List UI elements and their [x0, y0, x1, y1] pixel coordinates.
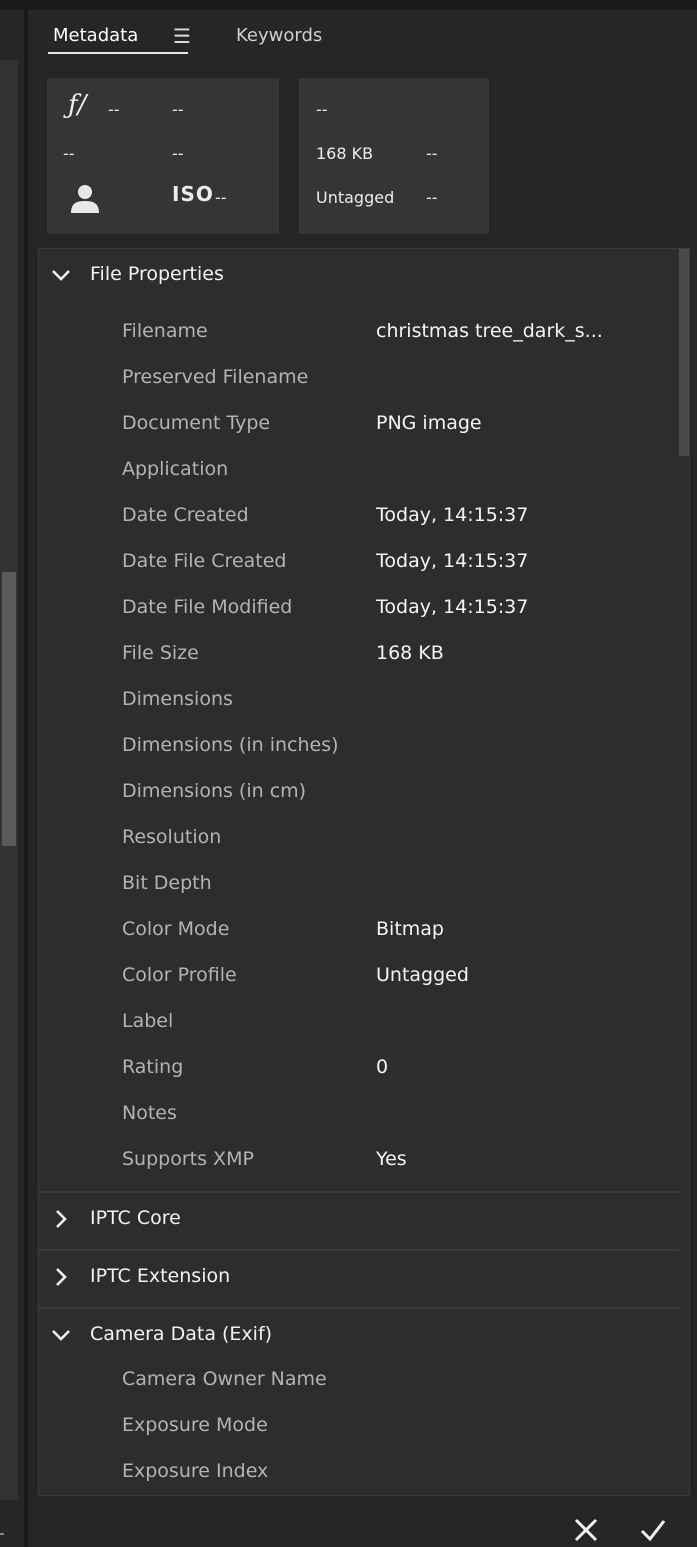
color-profile-summary: Untagged: [316, 188, 395, 207]
file-summary-card: -- 168 KB -- Untagged --: [299, 78, 489, 234]
summary-value: --: [426, 188, 438, 207]
field-value[interactable]: Bitmap: [376, 918, 444, 940]
summary-value: --: [426, 144, 438, 163]
menu-icon[interactable]: ☰: [173, 22, 191, 50]
tab-metadata[interactable]: Metadata ☰: [48, 22, 191, 54]
tab-keywords[interactable]: Keywords: [236, 22, 346, 52]
field-label: Camera Owner Name: [122, 1368, 327, 1390]
summary-value: --: [63, 144, 75, 163]
section-file-properties[interactable]: File Properties: [39, 249, 677, 305]
metadata-row[interactable]: Exposure Index: [39, 1450, 677, 1495]
field-value[interactable]: PNG image: [376, 412, 482, 434]
file-size-summary: 168 KB: [316, 144, 374, 163]
camera-summary-card: ƒ/ -- -- -- -- ISO --: [47, 78, 279, 234]
chevron-right-icon[interactable]: [51, 1209, 71, 1229]
metadata-row[interactable]: Document Type PNG image: [39, 402, 677, 448]
metadata-row[interactable]: Exposure Mode: [39, 1404, 677, 1450]
section-camera-data[interactable]: Camera Data (Exif): [39, 1309, 677, 1365]
metadata-panel: Metadata ☰ Keywords ƒ/ -- -- -- -- ISO -…: [28, 10, 697, 1547]
field-label: Color Mode: [122, 918, 230, 940]
metadata-row[interactable]: Notes: [39, 1092, 677, 1138]
metadata-row[interactable]: Supports XMP Yes: [39, 1138, 677, 1184]
field-label: Application: [122, 458, 229, 480]
aperture-value: --: [108, 100, 120, 119]
metadata-row[interactable]: Resolution: [39, 816, 677, 862]
metadata-scrollbar-thumb[interactable]: [679, 249, 689, 456]
field-label: Date File Modified: [122, 596, 293, 618]
metadata-row[interactable]: Camera Owner Name: [39, 1358, 677, 1404]
metadata-row[interactable]: Dimensions: [39, 678, 677, 724]
chevron-right-icon[interactable]: [51, 1267, 71, 1287]
field-label: Bit Depth: [122, 872, 212, 894]
metadata-row[interactable]: Preserved Filename: [39, 356, 677, 402]
iso-value: --: [215, 188, 227, 207]
section-title: File Properties: [90, 263, 224, 285]
left-edge-marker: [0, 1533, 4, 1535]
section-title: IPTC Extension: [90, 1265, 231, 1287]
field-label: Preserved Filename: [122, 366, 309, 388]
field-value[interactable]: Yes: [376, 1148, 407, 1170]
metadata-scrollbar[interactable]: [679, 249, 689, 1495]
field-value[interactable]: 168 KB: [376, 642, 444, 664]
check-icon: [633, 1520, 673, 1547]
metadata-row[interactable]: Rating 0: [39, 1046, 677, 1092]
person-icon: [67, 180, 103, 216]
summary-value: --: [316, 100, 328, 119]
field-value[interactable]: Today, 14:15:37: [376, 504, 528, 526]
field-value[interactable]: 0: [376, 1056, 388, 1078]
field-label: Color Profile: [122, 964, 237, 986]
cancel-button[interactable]: [566, 1510, 606, 1547]
field-label: Exposure Mode: [122, 1414, 268, 1436]
metadata-row[interactable]: Dimensions (in inches): [39, 724, 677, 770]
left-scrollbar-thumb[interactable]: [2, 572, 16, 846]
metadata-row[interactable]: Date Created Today, 14:15:37: [39, 494, 677, 540]
field-label: Exposure Index: [122, 1460, 269, 1482]
left-scrollbar-track[interactable]: [0, 60, 18, 1500]
field-value[interactable]: christmas tree_dark_s...: [376, 320, 603, 342]
chevron-down-icon[interactable]: [51, 265, 71, 285]
section-title: Camera Data (Exif): [90, 1323, 273, 1345]
section-iptc-extension[interactable]: IPTC Extension: [39, 1251, 677, 1307]
metadata-row[interactable]: Dimensions (in cm): [39, 770, 677, 816]
metadata-row[interactable]: Application: [39, 448, 677, 494]
close-icon: [566, 1518, 606, 1547]
field-label: Document Type: [122, 412, 271, 434]
metadata-row[interactable]: Date File Created Today, 14:15:37: [39, 540, 677, 586]
field-label: Filename: [122, 320, 208, 342]
field-label: Supports XMP: [122, 1148, 254, 1170]
aperture-icon: ƒ/: [68, 90, 87, 120]
metadata-list[interactable]: File Properties Filename christmas tree_…: [38, 248, 690, 1496]
chevron-down-icon[interactable]: [51, 1325, 71, 1345]
field-label: Rating: [122, 1056, 184, 1078]
metadata-row[interactable]: Filename christmas tree_dark_s...: [39, 310, 677, 356]
metadata-row[interactable]: Bit Depth: [39, 862, 677, 908]
tab-keywords-label: Keywords: [236, 25, 323, 46]
metadata-row[interactable]: Date File Modified Today, 14:15:37: [39, 586, 677, 632]
field-label: Date File Created: [122, 550, 287, 572]
section-iptc-core[interactable]: IPTC Core: [39, 1193, 677, 1249]
metadata-row[interactable]: Color Mode Bitmap: [39, 908, 677, 954]
metadata-row[interactable]: Color Profile Untagged: [39, 954, 677, 1000]
apply-button[interactable]: [633, 1510, 673, 1547]
field-label: Resolution: [122, 826, 222, 848]
tab-metadata-label: Metadata: [53, 25, 139, 46]
field-label: Dimensions (in cm): [122, 780, 307, 802]
field-value[interactable]: Untagged: [376, 964, 469, 986]
field-label: Date Created: [122, 504, 249, 526]
field-label: Dimensions (in inches): [122, 734, 339, 756]
field-value[interactable]: Today, 14:15:37: [376, 596, 528, 618]
summary-value: --: [172, 144, 184, 163]
field-label: Notes: [122, 1102, 177, 1124]
iso-label: ISO: [172, 182, 214, 206]
left-panel-edge: [0, 10, 24, 1547]
metadata-row[interactable]: File Size 168 KB: [39, 632, 677, 678]
field-label: Dimensions: [122, 688, 233, 710]
field-label: Label: [122, 1010, 174, 1032]
field-label: File Size: [122, 642, 199, 664]
section-title: IPTC Core: [90, 1207, 181, 1229]
metadata-row[interactable]: Label: [39, 1000, 677, 1046]
top-bar: [0, 0, 697, 10]
field-value[interactable]: Today, 14:15:37: [376, 550, 528, 572]
shutter-speed-value: --: [172, 100, 184, 119]
